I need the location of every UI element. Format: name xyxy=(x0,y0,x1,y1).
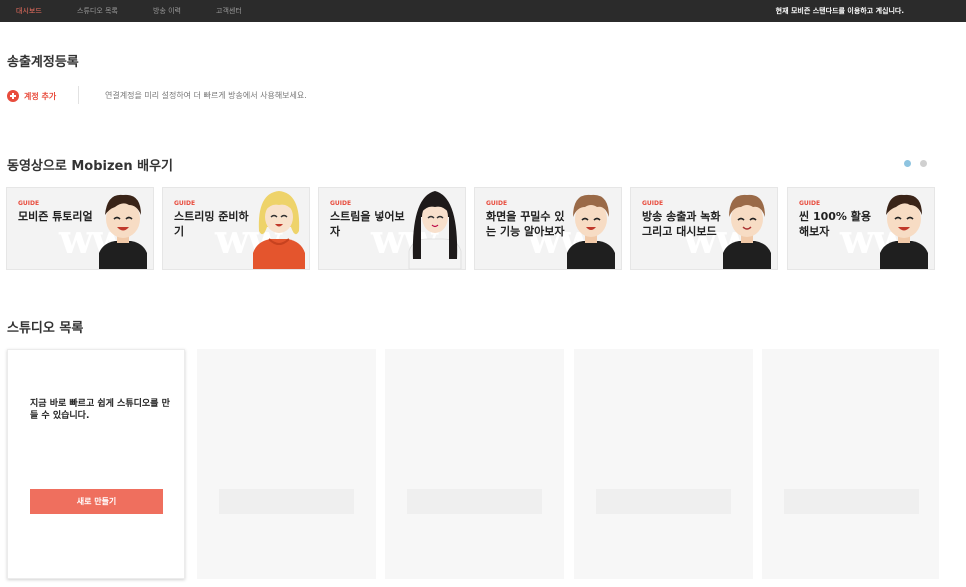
add-account-button[interactable]: 계정 추가 xyxy=(7,89,56,103)
guide-title: 씬 100% 활용해보자 xyxy=(799,210,872,238)
top-navigation: 대시보드 스튜디오 목록 방송 이력 고객센터 현재 모비즌 스탠다드를 이용하… xyxy=(0,0,966,22)
placeholder-bar xyxy=(784,489,919,514)
boy-character-icon xyxy=(880,194,928,269)
nav-dashboard[interactable]: 대시보드 xyxy=(16,0,42,22)
guide-card[interactable]: ww GUIDE 방송 송출과 녹화 그리고 대시보드 xyxy=(630,187,778,270)
nav-broadcast-history[interactable]: 방송 이력 xyxy=(153,0,181,22)
studio-placeholder-card xyxy=(197,349,376,579)
guide-card[interactable]: ww GUIDE 스트림을 넣어보자 xyxy=(318,187,466,270)
nav-studio-list[interactable]: 스튜디오 목록 xyxy=(77,0,118,22)
guide-card[interactable]: ww GUIDE 스트리밍 준비하기 xyxy=(162,187,310,270)
account-section-title: 송출계정등록 xyxy=(7,55,79,70)
studio-placeholder-card xyxy=(385,349,564,579)
placeholder-bar xyxy=(407,489,542,514)
guide-tag: GUIDE xyxy=(642,200,664,207)
guide-tag: GUIDE xyxy=(799,200,821,207)
studio-placeholder-card xyxy=(574,349,753,579)
guide-card[interactable]: ww GUIDE 화면을 꾸밀수 있는 기능 알아보자 xyxy=(474,187,622,270)
guide-tag: GUIDE xyxy=(330,200,352,207)
placeholder-bar xyxy=(596,489,731,514)
girl-character-icon xyxy=(253,191,305,269)
empty-studio-message: 지금 바로 빠르고 쉽게 스튜디오를 만들 수 있습니다. xyxy=(30,399,170,421)
studio-placeholder-card xyxy=(762,349,939,579)
divider xyxy=(78,86,79,104)
guide-title: 모비즌 튜토리얼 xyxy=(18,210,93,223)
nav-customer-center[interactable]: 고객센터 xyxy=(216,0,242,22)
create-studio-button[interactable]: 새로 만들기 xyxy=(30,489,163,514)
add-account-label: 계정 추가 xyxy=(24,91,57,101)
plus-circle-icon xyxy=(7,90,19,102)
boy-character-icon xyxy=(723,194,771,269)
girl-character-icon xyxy=(408,191,462,269)
guide-title: 스트림을 넣어보자 xyxy=(330,210,405,238)
guide-tag: GUIDE xyxy=(18,200,40,207)
placeholder-bar xyxy=(219,489,354,514)
guide-card[interactable]: ww GUIDE 모비즌 튜토리얼 xyxy=(6,187,154,270)
boy-character-icon xyxy=(567,194,615,269)
guides-section-title: 동영상으로 Mobizen 배우기 xyxy=(7,159,173,174)
guide-title: 방송 송출과 녹화 그리고 대시보드 xyxy=(642,210,721,238)
boy-character-icon xyxy=(99,194,147,269)
plan-notice: 현재 모비즌 스탠다드를 이용하고 계십니다. xyxy=(775,7,904,15)
guide-tag: GUIDE xyxy=(486,200,508,207)
account-hint: 연결계정을 미리 설정하여 더 빠르게 방송에서 사용해보세요. xyxy=(105,91,307,100)
studios-section-title: 스튜디오 목록 xyxy=(7,321,84,336)
guide-title: 화면을 꾸밀수 있는 기능 알아보자 xyxy=(486,210,565,238)
pager-dot-2[interactable] xyxy=(920,160,927,167)
pager-dot-1[interactable] xyxy=(904,160,911,167)
guide-title: 스트리밍 준비하기 xyxy=(174,210,249,238)
guide-card[interactable]: ww GUIDE 씬 100% 활용해보자 xyxy=(787,187,935,270)
create-studio-card: 지금 바로 빠르고 쉽게 스튜디오를 만들 수 있습니다. 새로 만들기 xyxy=(7,349,185,579)
guide-tag: GUIDE xyxy=(174,200,196,207)
